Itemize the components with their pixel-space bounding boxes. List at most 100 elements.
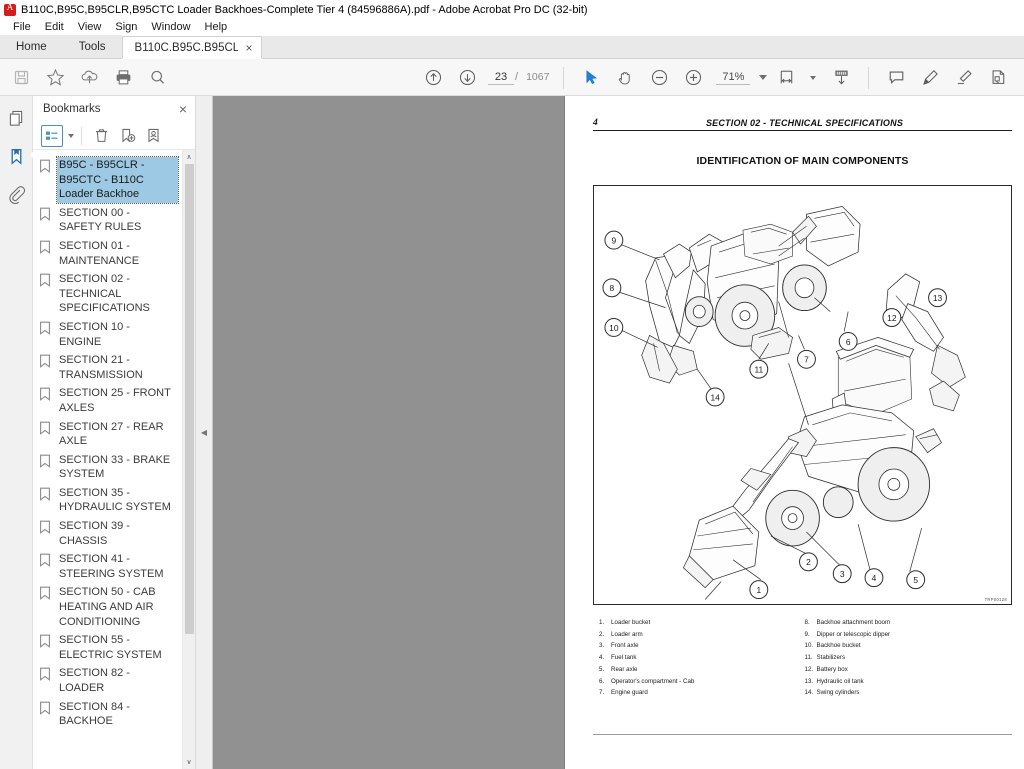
bookmark-item[interactable]: SECTION 41 - STEERING SYSTEM [39,551,182,582]
legend-label: Swing cylinders [816,689,860,697]
zoom-out-icon[interactable] [644,63,674,93]
callout-9: 9 [604,230,624,250]
close-icon[interactable]: × [246,42,253,54]
document-viewport[interactable]: 4 SECTION 02 - TECHNICAL SPECIFICATIONS … [213,96,1024,769]
upload-to-cloud-icon[interactable] [74,62,104,92]
tab-strip: Home Tools B110C.B95C.B95CL... × [0,35,1024,59]
bookmark-options-icon[interactable] [41,124,63,147]
svg-text:1: 1 [756,585,761,595]
hand-tool-icon[interactable] [610,63,640,93]
new-bookmark-icon[interactable] [115,125,139,147]
bookmark-item[interactable]: SECTION 27 - REAR AXLE [39,419,182,450]
bookmark-item-label: SECTION 39 - CHASSIS [59,520,130,547]
menu-file[interactable]: File [6,19,38,36]
menu-view[interactable]: View [71,19,109,36]
acrobat-logo-icon [4,2,16,16]
scroll-down-arrow-icon[interactable]: ∨ [183,755,196,769]
fit-page-width-icon[interactable] [771,63,801,93]
edit-bookmark-icon[interactable] [141,125,165,147]
bookmark-item-label: SECTION 02 - TECHNICAL SPECIFICATIONS [59,273,150,315]
menu-sign[interactable]: Sign [108,19,144,36]
sign-document-icon[interactable] [949,63,979,93]
legend-label: Front axle [611,642,639,650]
bookmark-item[interactable]: SECTION 55 - ELECTRIC SYSTEM [39,632,182,663]
tab-tools[interactable]: Tools [62,35,122,58]
legend-number: 5. [599,665,605,673]
bookmarks-panel-title: Bookmarks [43,103,101,115]
bookmarks-scrollbar[interactable]: ∧ ∨ [182,150,195,769]
attachments-icon[interactable] [2,180,30,208]
bookmark-item[interactable]: SECTION 35 - HYDRAULIC SYSTEM [39,485,182,516]
menu-help[interactable]: Help [198,19,235,36]
svg-text:4: 4 [872,573,877,583]
window-title: B110C,B95C,B95CLR,B95CTC Loader Backhoes… [21,3,588,16]
legend-number: 11. [804,654,813,662]
scrollbar-thumb[interactable] [184,164,194,634]
bookmarks-panel-header: Bookmarks × [33,96,195,122]
bookmark-icon [39,452,57,473]
legend-row: 13. Hydraulic oil tank [803,676,1009,688]
bookmark-item[interactable]: SECTION 10 - ENGINE [39,319,182,350]
bookmark-item-label: SECTION 00 - SAFETY RULES [59,206,142,234]
close-icon[interactable]: × [179,102,187,116]
bookmark-item[interactable]: SECTION 21 - TRANSMISSION [39,352,182,383]
page-number-input[interactable]: 23 [488,71,514,85]
bookmark-item[interactable]: SECTION 50 - CAB HEATING AND AIR CONDITI… [39,584,182,630]
bookmarks-icon[interactable] [2,142,36,170]
select-cursor-icon[interactable] [576,63,606,93]
callout-8: 8 [602,278,622,298]
legend-row: 7. Engine guard [597,687,803,699]
stamp-icon[interactable] [983,63,1013,93]
legend-row: 5. Rear axle [597,664,803,676]
previous-page-icon[interactable] [418,63,448,93]
legend-label: Loader arm [611,630,643,638]
menu-edit[interactable]: Edit [38,19,71,36]
menu-window[interactable]: Window [144,19,197,36]
scroll-down-glyph: ∨ [186,758,192,766]
chevron-down-icon[interactable] [810,75,817,80]
save-icon[interactable] [6,62,36,92]
bookmark-item[interactable]: SECTION 01 - MAINTENANCE [39,238,182,269]
bookmark-item[interactable]: SECTION 00 - SAFETY RULES [39,205,182,236]
legend-label: Dipper or telescopic dipper [816,630,891,638]
delete-bookmark-icon[interactable] [89,125,113,147]
tab-home[interactable]: Home [0,35,63,58]
bookmark-item[interactable]: SECTION 33 - BRAKE SYSTEM [39,452,182,483]
page-thumbnails-icon[interactable] [2,104,30,132]
bookmark-icon [39,584,57,605]
highlight-text-icon[interactable] [915,63,945,93]
bookmark-item[interactable]: SECTION 82 - LOADER [39,665,182,696]
scrollbar-track[interactable] [183,164,196,755]
scroll-up-arrow-icon[interactable]: ∧ [183,150,196,164]
next-page-icon[interactable] [452,63,482,93]
add-to-favorites-icon[interactable] [40,62,70,92]
chevron-down-icon[interactable] [759,75,768,80]
bookmark-item[interactable]: B95C - B95CLR - B95CTC - B110C Loader Ba… [39,156,182,204]
collapse-panel-button[interactable]: ◀ [200,416,209,450]
page-footer-rule [593,734,1012,735]
legend-number: 13. [804,677,814,685]
chevron-down-icon[interactable] [68,133,74,138]
add-comment-icon[interactable] [881,63,911,93]
legend-column-right: 8. Backhoe attachment boom 9. Dipper or tel… [803,617,1009,699]
zoom-in-icon[interactable] [678,63,708,93]
scroll-up-glyph: ∧ [186,153,192,161]
bookmark-item[interactable]: SECTION 25 - FRONT AXLES [39,385,182,416]
bookmark-icon [39,632,57,653]
svg-text:7: 7 [804,355,809,365]
scrolling-mode-icon[interactable] [826,63,856,93]
bookmark-icon [39,157,57,178]
zoom-level-input[interactable]: 71% [716,71,751,85]
bookmark-item[interactable]: SECTION 84 - BACKHOE [39,699,182,730]
bookmark-item-label: SECTION 27 - REAR AXLE [59,420,164,448]
bookmark-item[interactable]: SECTION 02 - TECHNICAL SPECIFICATIONS [39,271,182,317]
print-icon[interactable] [108,62,138,92]
legend-number: 8. [804,619,810,626]
legend-row: 14. Swing cylinders [803,687,1009,699]
tab-document-label: B110C.B95C.B95CL... [134,41,238,54]
callout-12: 12 [882,308,902,327]
find-icon[interactable] [142,62,172,92]
tab-document[interactable]: B110C.B95C.B95CL... × [121,36,262,59]
bookmark-item[interactable]: SECTION 39 - CHASSIS [39,518,182,549]
panel-divider[interactable]: ◀ [196,96,213,769]
